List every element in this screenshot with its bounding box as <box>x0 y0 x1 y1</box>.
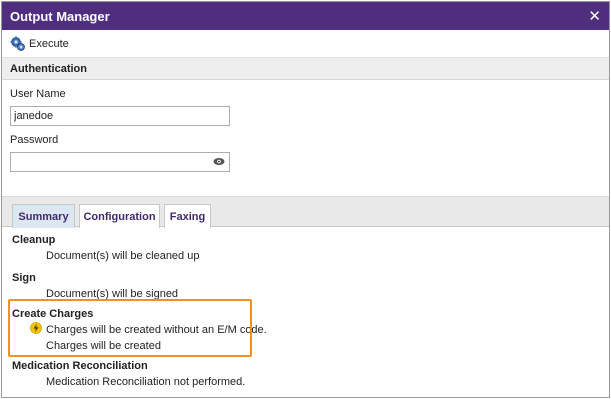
password-field <box>10 152 230 172</box>
cleanup-line: Document(s) will be cleaned up <box>46 250 200 262</box>
tab-summary[interactable]: Summary <box>12 204 75 228</box>
output-manager-dialog: Output Manager ✕ Execute Authentication <box>1 1 610 398</box>
close-icon[interactable]: ✕ <box>588 9 601 24</box>
execute-label: Execute <box>29 37 69 50</box>
execute-icon <box>10 36 26 52</box>
create-charges-warning: Charges will be created without an E/M c… <box>46 324 267 336</box>
sign-title: Sign <box>12 272 36 284</box>
tab-configuration[interactable]: Configuration <box>79 204 160 228</box>
authentication-form: User Name Password <box>2 88 609 172</box>
medication-reconciliation-line: Medication Reconciliation not performed. <box>46 376 246 388</box>
create-charges-title: Create Charges <box>12 308 94 320</box>
create-charges-line: Charges will be created <box>46 340 161 352</box>
username-input[interactable] <box>10 106 230 126</box>
dialog-title: Output Manager <box>10 8 110 24</box>
tab-strip: Summary Configuration Faxing <box>2 196 609 228</box>
authentication-header: Authentication <box>2 58 609 80</box>
password-label: Password <box>10 134 59 146</box>
title-bar: Output Manager ✕ <box>2 2 609 30</box>
sign-line: Document(s) will be signed <box>46 288 179 300</box>
tab-faxing[interactable]: Faxing <box>164 204 211 228</box>
cleanup-title: Cleanup <box>12 234 56 246</box>
medication-reconciliation-title: Medication Reconciliation <box>12 360 148 372</box>
toolbar: Execute <box>2 30 609 58</box>
password-input[interactable] <box>10 152 230 172</box>
execute-button[interactable]: Execute <box>10 36 69 52</box>
lightning-icon <box>30 322 42 337</box>
eye-icon[interactable] <box>213 157 225 169</box>
username-label: User Name <box>10 88 66 100</box>
